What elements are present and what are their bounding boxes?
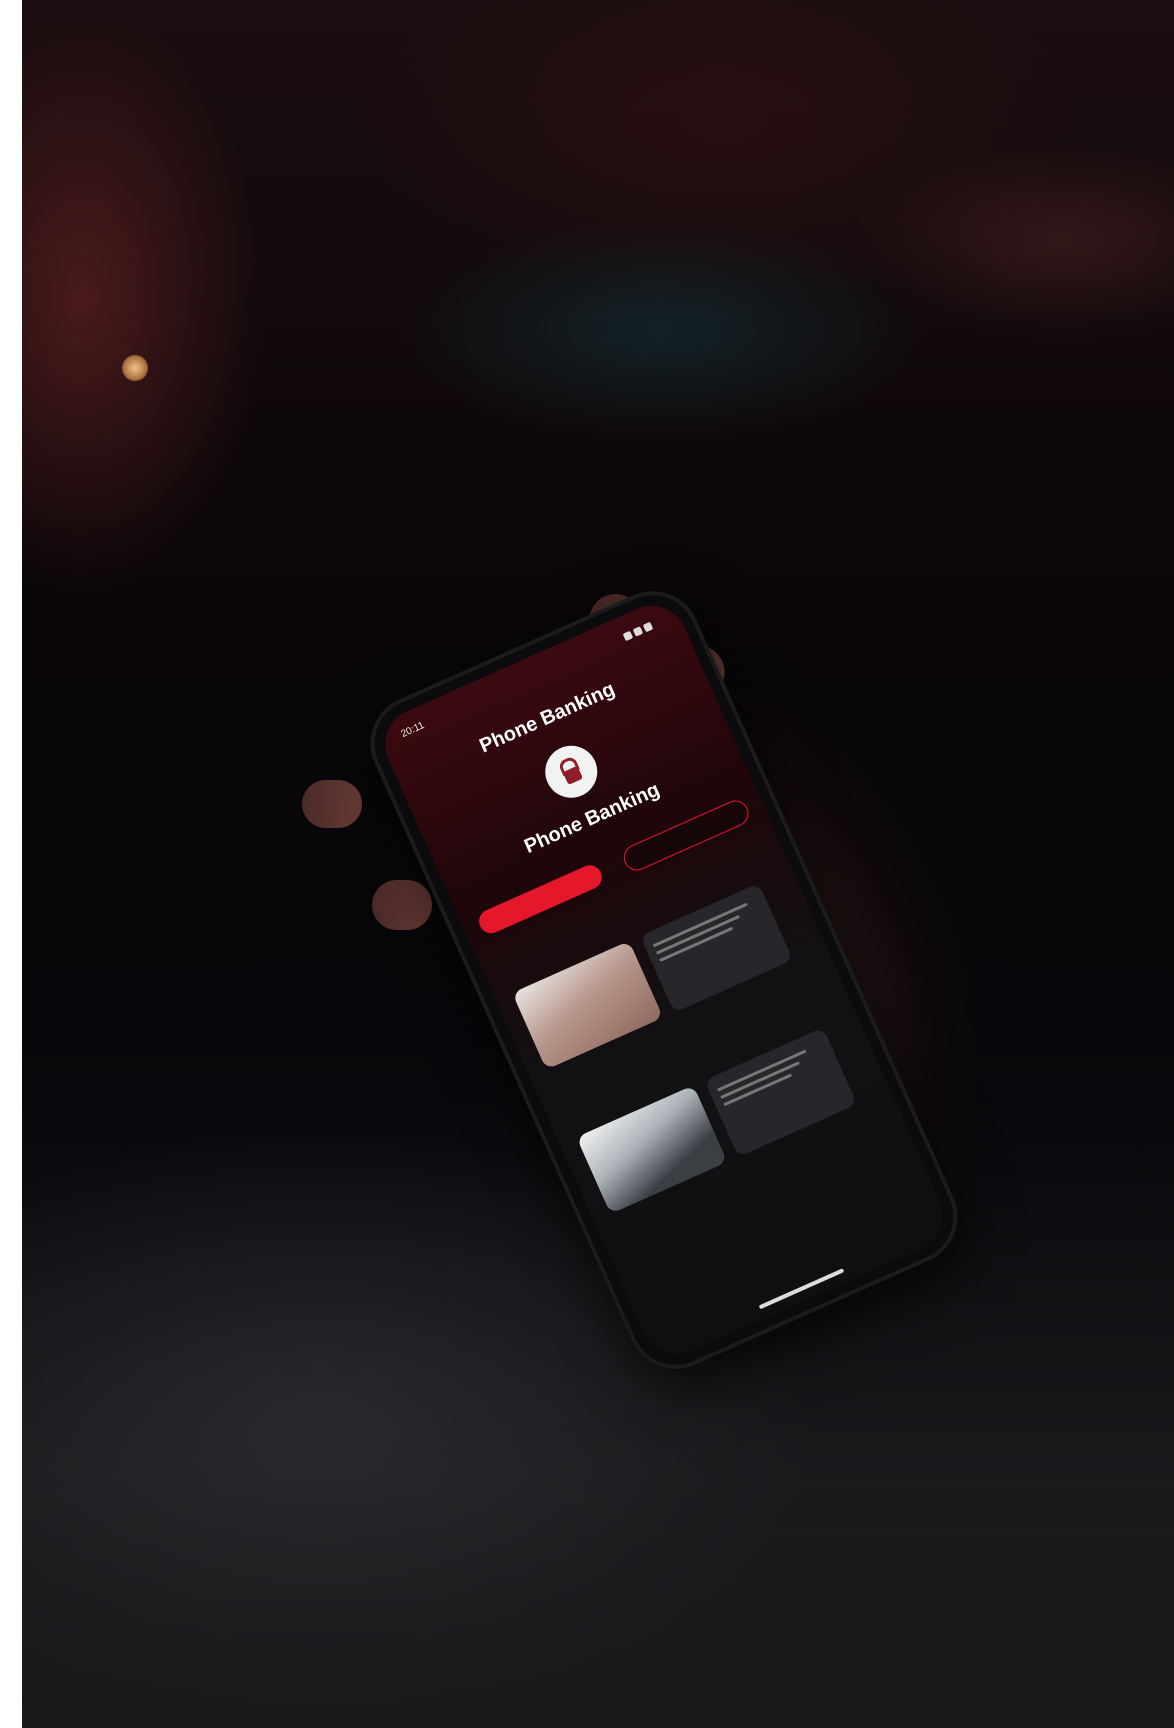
- status-time: 20:11: [399, 720, 427, 741]
- card-image-2[interactable]: [576, 1085, 728, 1214]
- card-image-1[interactable]: [512, 940, 664, 1070]
- info-card-1[interactable]: [640, 883, 793, 1013]
- status-icons: [620, 619, 660, 643]
- photo-background: 20:11 Phone Banking Phone Banking: [22, 0, 1174, 1728]
- finger: [372, 880, 432, 930]
- lock-icon: [536, 737, 606, 807]
- info-card-2[interactable]: [704, 1027, 858, 1158]
- finger: [302, 780, 362, 828]
- earring: [122, 355, 148, 381]
